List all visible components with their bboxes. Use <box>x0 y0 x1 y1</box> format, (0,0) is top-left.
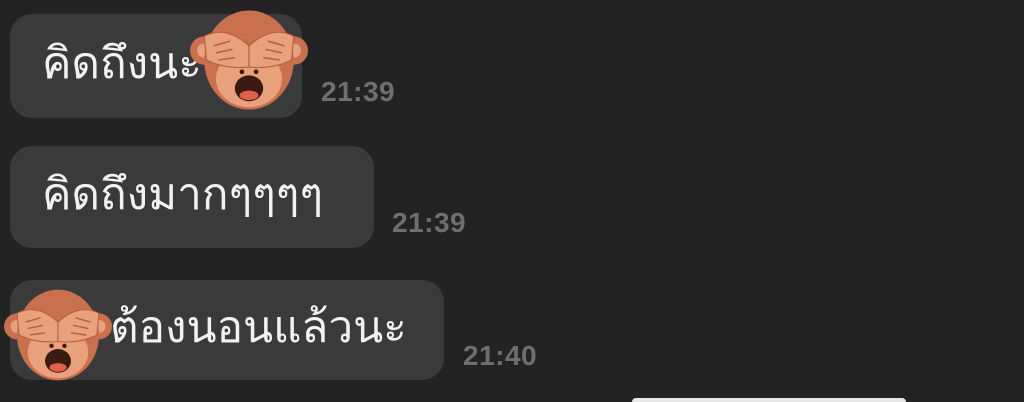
message-timestamp: 21:39 <box>392 207 467 238</box>
see-no-evil-monkey-icon <box>190 10 308 110</box>
message-text: คิดถึงมากๆๆๆๆ <box>42 169 324 221</box>
message-text: คิดถึงนะ <box>42 38 202 90</box>
message-timestamp: 21:40 <box>463 340 538 371</box>
message-bubble[interactable]: คิดถึงมากๆๆๆๆ <box>10 146 374 248</box>
chat-thread: คิดถึงนะ 21:39 คิดถึงมากๆๆๆๆ 21:39 ต้องน… <box>0 0 1024 402</box>
message-input-edge[interactable] <box>632 398 906 402</box>
message-timestamp: 21:39 <box>321 76 396 107</box>
see-no-evil-monkey-icon <box>4 289 112 381</box>
message-text: ต้องนอนแล้วนะ <box>110 302 407 354</box>
